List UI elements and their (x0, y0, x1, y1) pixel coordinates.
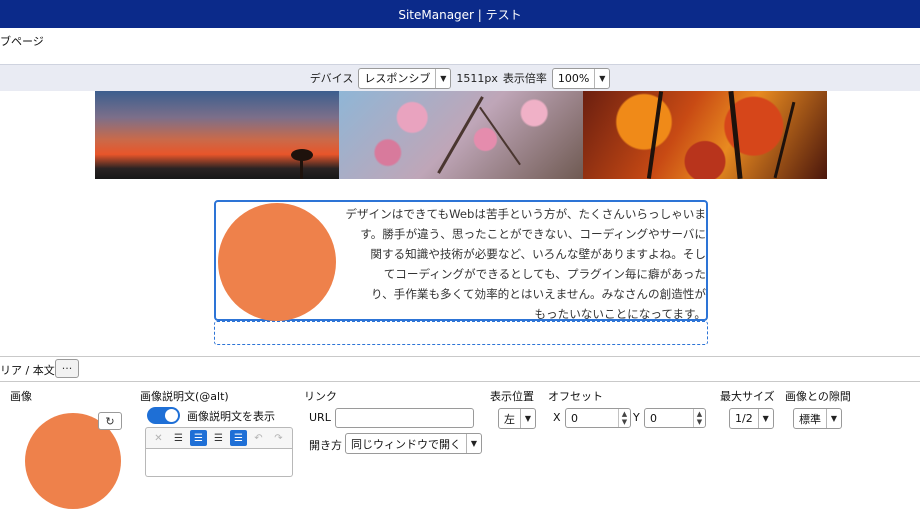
chevron-down-icon: ▼ (826, 409, 841, 428)
url-input[interactable] (335, 408, 474, 428)
stepper-icon[interactable]: ▲ ▼ (693, 409, 705, 427)
chevron-down-icon: ▼ (435, 68, 450, 88)
offset-x-label: X (553, 411, 561, 424)
content-text-line: す。勝手が違う、思ったことができない、コーディングやサーバに (360, 227, 706, 241)
align-right-icon[interactable]: ☰ (210, 430, 227, 446)
gap-label: 画像との隙間 (785, 390, 851, 403)
link-label: リンク (304, 390, 337, 403)
app-title: SiteManager | テスト (398, 7, 522, 22)
offset-label: オフセット (548, 390, 603, 403)
offset-y-value: 0 (650, 411, 657, 425)
alt-toolbar: ✕ ☰ ☰ ☰ ☰ ↶ ↷ (145, 427, 293, 449)
open-mode-select[interactable]: 同じウィンドウで開く ▼ (345, 433, 482, 454)
open-label: 開き方 (309, 439, 342, 452)
content-image[interactable] (218, 203, 336, 321)
gap-select[interactable]: 標準 ▼ (793, 408, 842, 429)
viewport-width: 1511px (456, 71, 498, 85)
device-select[interactable]: レスポンシブ ▼ (358, 67, 452, 89)
app-titlebar: SiteManager | テスト (0, 0, 920, 28)
image-label: 画像 (10, 390, 32, 403)
breadcrumb: リア / 本文 (0, 364, 55, 377)
align-justify-icon[interactable]: ☰ (230, 430, 247, 446)
alt-text-input[interactable] (145, 449, 293, 477)
content-text[interactable]: デザインはできてもWebは苦手という方が、たくさんいらっしゃいま す。勝手が違う… (326, 204, 706, 324)
gap-value: 標準 (799, 412, 821, 426)
redo-icon[interactable]: ↷ (270, 430, 287, 446)
position-label: 表示位置 (490, 390, 534, 403)
more-button[interactable]: ··· (55, 359, 79, 378)
device-select-value: レスポンシブ (364, 72, 431, 85)
content-block-selected[interactable]: デザインはできてもWebは苦手という方が、たくさんいらっしゃいま す。勝手が違う… (214, 200, 708, 321)
sunset-photo (95, 91, 339, 179)
offset-x-value: 0 (571, 411, 578, 425)
max-size-select[interactable]: 1/2 ▼ (729, 408, 774, 429)
device-bar: デバイス レスポンシブ ▼ 1511px 表示倍率 100% ▼ (0, 64, 920, 91)
divider (0, 356, 920, 357)
offset-y-label: Y (633, 411, 640, 424)
position-select[interactable]: 左 ▼ (498, 408, 536, 429)
stepper-icon[interactable]: ▲ ▼ (618, 409, 630, 427)
autumn-leaves-photo (583, 91, 827, 179)
undo-icon[interactable]: ↶ (250, 430, 267, 446)
zoom-label: 表示倍率 (502, 72, 547, 85)
content-text-line: デザインはできてもWebは苦手という方が、たくさんいらっしゃいま (345, 207, 706, 221)
alt-toggle-label: 画像説明文を表示 (187, 410, 275, 423)
chevron-down-icon: ▼ (594, 68, 609, 88)
alt-label: 画像説明文(@alt) (140, 390, 229, 403)
chevron-down-icon: ▼ (466, 434, 481, 453)
position-value: 左 (504, 412, 515, 426)
open-mode-value: 同じウィンドウで開く (351, 437, 461, 451)
align-center-icon[interactable]: ☰ (190, 430, 207, 446)
max-size-label: 最大サイズ (720, 390, 775, 403)
max-size-value: 1/2 (735, 412, 753, 425)
page-name: ブページ (0, 35, 44, 48)
alt-toggle[interactable] (147, 407, 180, 424)
content-text-line: 関する知識や技術が必要など、いろんな壁がありますよね。そし (370, 247, 706, 261)
zoom-select-value: 100% (557, 71, 590, 85)
add-block-dropzone[interactable] (214, 321, 708, 345)
device-label: デバイス (309, 72, 354, 85)
plum-blossom-photo (339, 91, 583, 179)
clear-format-icon[interactable]: ✕ (150, 430, 167, 446)
refresh-icon[interactable]: ↻ (98, 412, 122, 430)
url-label: URL (309, 411, 331, 424)
align-left-icon[interactable]: ☰ (170, 430, 187, 446)
zoom-select[interactable]: 100% ▼ (551, 67, 611, 89)
chevron-down-icon: ▼ (520, 409, 535, 428)
hero-image-strip[interactable] (95, 91, 827, 179)
offset-y-input[interactable]: 0 ▲ ▼ (644, 408, 706, 428)
divider (0, 381, 920, 382)
content-text-line: り、手作業も多くて効率的とはいえません。みなさんの創造性が (370, 287, 706, 301)
chevron-down-icon: ▼ (757, 409, 773, 428)
offset-x-input[interactable]: 0 ▲ ▼ (565, 408, 631, 428)
content-text-line: てコーディングができるとしても、プラグイン毎に癖があった (383, 267, 706, 281)
